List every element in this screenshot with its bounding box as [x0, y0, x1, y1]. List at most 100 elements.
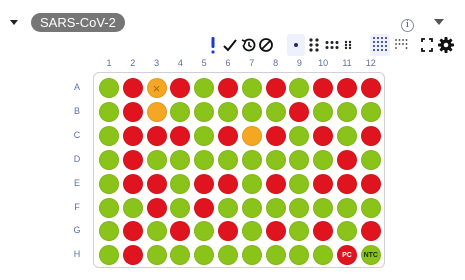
fullscreen-icon[interactable] — [420, 34, 434, 56]
well-C10[interactable] — [313, 125, 334, 146]
well-D10[interactable] — [313, 149, 334, 170]
well-B11[interactable] — [337, 101, 357, 122]
row-label-C[interactable]: C — [70, 130, 84, 140]
column-label-9[interactable]: 9 — [287, 58, 311, 68]
well-B5[interactable] — [194, 101, 215, 122]
column-label-2[interactable]: 2 — [121, 58, 145, 68]
column-label-1[interactable]: 1 — [97, 58, 121, 68]
grid-sparse-icon[interactable] — [393, 34, 409, 56]
row-label-H[interactable]: H — [70, 249, 84, 259]
well-C5[interactable] — [194, 125, 215, 146]
grid-three-col-icon[interactable] — [324, 34, 340, 56]
well-F6[interactable] — [218, 197, 238, 218]
menu-dropdown-icon[interactable] — [434, 19, 444, 25]
well-D9[interactable] — [289, 149, 310, 170]
well-E12[interactable] — [360, 173, 381, 194]
row-label-F[interactable]: F — [70, 202, 84, 212]
column-label-10[interactable]: 10 — [311, 58, 335, 68]
well-D6[interactable] — [218, 149, 238, 170]
well-D5[interactable] — [194, 149, 215, 170]
assay-tag[interactable]: SARS-CoV-2 — [31, 13, 125, 32]
well-D4[interactable] — [170, 149, 191, 170]
well-B2[interactable] — [122, 101, 143, 122]
row-label-G[interactable]: G — [70, 225, 84, 235]
column-label-8[interactable]: 8 — [264, 58, 288, 68]
well-C12[interactable] — [360, 125, 381, 146]
well-E1[interactable] — [99, 173, 119, 194]
well-C3[interactable] — [146, 125, 167, 146]
well-F4[interactable] — [170, 197, 191, 218]
well-F9[interactable] — [289, 197, 310, 218]
well-F7[interactable] — [241, 197, 262, 218]
well-C7[interactable] — [241, 125, 262, 146]
well-G3[interactable] — [146, 221, 167, 242]
well-C8[interactable] — [265, 125, 286, 146]
well-F10[interactable] — [313, 197, 334, 218]
well-B8[interactable] — [265, 101, 286, 122]
well-H8[interactable] — [265, 245, 286, 266]
well-F8[interactable] — [265, 197, 286, 218]
well-H2[interactable] — [122, 245, 143, 266]
well-E3[interactable] — [146, 173, 167, 194]
well-D11[interactable] — [337, 149, 357, 170]
column-label-5[interactable]: 5 — [192, 58, 216, 68]
gear-icon[interactable] — [437, 34, 455, 56]
well-D1[interactable] — [99, 149, 119, 170]
well-C1[interactable] — [99, 125, 119, 146]
column-label-12[interactable]: 12 — [359, 58, 383, 68]
well-E2[interactable] — [122, 173, 143, 194]
well-H7[interactable] — [241, 245, 262, 266]
check-icon[interactable] — [222, 34, 238, 56]
well-A6[interactable] — [218, 78, 238, 98]
single-dot-icon[interactable] — [287, 34, 305, 56]
row-label-D[interactable]: D — [70, 154, 84, 164]
block-icon[interactable] — [258, 34, 274, 56]
well-E5[interactable] — [194, 173, 215, 194]
well-C2[interactable] — [122, 125, 143, 146]
well-E8[interactable] — [265, 173, 286, 194]
well-A1[interactable] — [99, 78, 119, 98]
column-label-3[interactable]: 3 — [145, 58, 169, 68]
well-G8[interactable] — [265, 221, 286, 242]
grid-dense-icon[interactable] — [370, 34, 390, 56]
well-E7[interactable] — [241, 173, 262, 194]
column-label-4[interactable]: 4 — [168, 58, 192, 68]
well-E9[interactable] — [289, 173, 310, 194]
well-B6[interactable] — [218, 101, 238, 122]
well-F12[interactable] — [360, 197, 381, 218]
well-A7[interactable] — [241, 78, 262, 98]
well-B7[interactable] — [241, 101, 262, 122]
well-F11[interactable] — [337, 197, 357, 218]
well-B12[interactable] — [360, 101, 381, 122]
well-A12[interactable] — [360, 78, 381, 98]
well-D2[interactable] — [122, 149, 143, 170]
well-F3[interactable] — [146, 197, 167, 218]
well-E4[interactable] — [170, 173, 191, 194]
info-icon[interactable]: i — [401, 19, 414, 32]
flag-icon[interactable] — [208, 34, 218, 56]
grid-small-icon[interactable] — [342, 34, 356, 56]
row-label-E[interactable]: E — [70, 178, 84, 188]
row-label-B[interactable]: B — [70, 106, 84, 116]
well-D12[interactable] — [360, 149, 381, 170]
well-B3[interactable] — [146, 101, 167, 122]
well-E11[interactable] — [337, 173, 357, 194]
well-C11[interactable] — [337, 125, 357, 146]
row-label-A[interactable]: A — [70, 82, 84, 92]
well-E6[interactable] — [218, 173, 238, 194]
well-A8[interactable] — [265, 78, 286, 98]
collapse-caret-icon[interactable] — [10, 20, 18, 25]
column-label-6[interactable]: 6 — [216, 58, 240, 68]
well-E10[interactable] — [313, 173, 334, 194]
well-D7[interactable] — [241, 149, 262, 170]
well-A3[interactable]: × — [146, 78, 167, 98]
well-B10[interactable] — [313, 101, 334, 122]
well-B1[interactable] — [99, 101, 119, 122]
well-F5[interactable] — [194, 197, 215, 218]
well-A2[interactable] — [122, 78, 143, 98]
well-D8[interactable] — [265, 149, 286, 170]
well-F1[interactable] — [99, 197, 119, 218]
well-A11[interactable] — [337, 78, 357, 98]
column-label-11[interactable]: 11 — [335, 58, 359, 68]
well-D3[interactable] — [146, 149, 167, 170]
